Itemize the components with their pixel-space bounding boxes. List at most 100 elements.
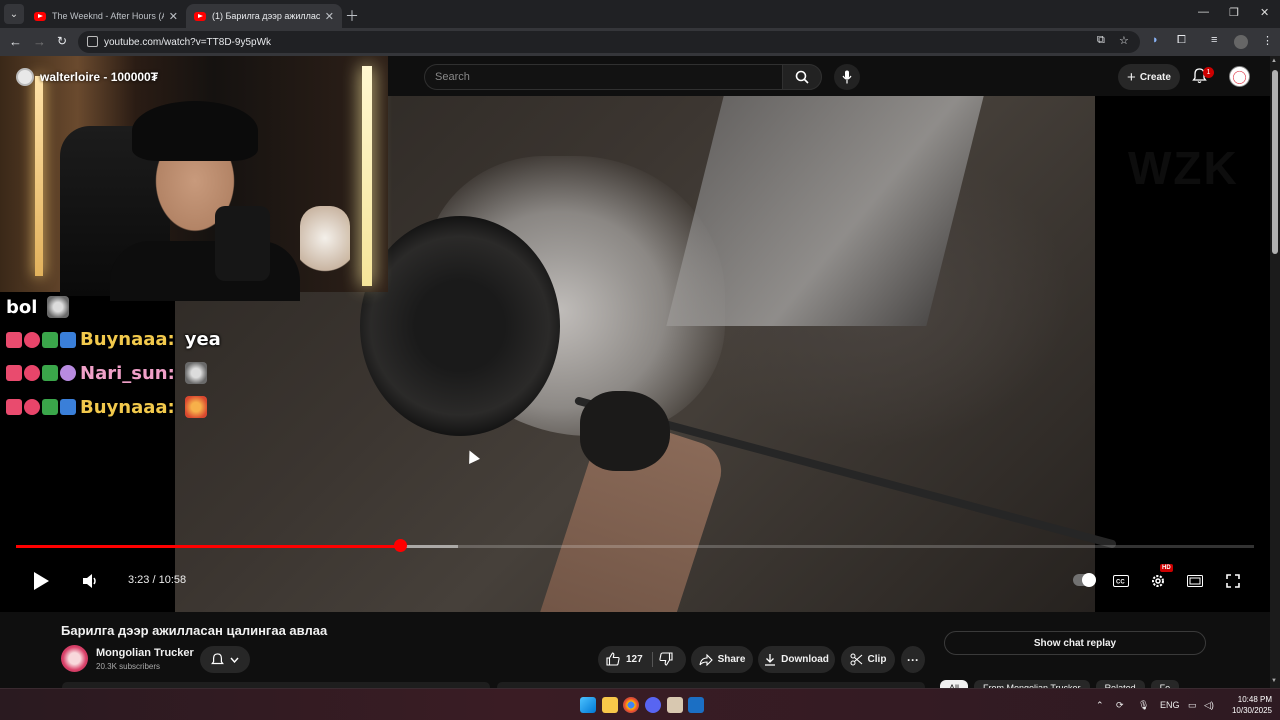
close-tab-icon[interactable]: ✕ — [325, 10, 334, 23]
tab-search-button[interactable]: ⌄ — [4, 4, 24, 24]
media-controls-icon[interactable]: ≡ — [1211, 34, 1217, 46]
scrubber-handle[interactable] — [393, 539, 407, 552]
chrome-icon[interactable] — [623, 697, 639, 713]
share-button[interactable]: Share — [691, 646, 753, 673]
url-field[interactable]: youtube.com/watch?v=TT8D-9y5pWk — [78, 31, 1140, 53]
chat-line: Buynaaa: — [6, 396, 346, 418]
rank-badge-icon — [42, 365, 58, 381]
close-window-icon[interactable]: ✕ — [1260, 6, 1269, 19]
webcam-light-left — [35, 76, 43, 276]
reload-icon[interactable]: ↻ — [57, 34, 67, 48]
like-button[interactable]: 127 — [606, 652, 643, 666]
scroll-up-icon[interactable]: ▲ — [1271, 58, 1277, 64]
bookmark-star-icon[interactable]: ☆ — [1119, 34, 1129, 47]
robot-emote-icon — [184, 362, 207, 384]
fullscreen-button[interactable] — [1223, 570, 1243, 592]
video-wheel — [360, 216, 560, 436]
extension-icon[interactable]: ◗ — [1152, 34, 1159, 46]
browser-menu-icon[interactable]: ⋮ — [1262, 34, 1273, 47]
streamer-tag: walterloire - 100000₮ — [16, 68, 158, 86]
url-text: youtube.com/watch?v=TT8D-9y5pWk — [104, 36, 272, 48]
chat-user: bol — [6, 296, 38, 318]
webcam-figurine — [300, 206, 350, 286]
tab-label: The Weeknd - After Hours (Aud — [52, 11, 164, 21]
extensions-puzzle-icon[interactable]: ⧠ — [1177, 34, 1186, 47]
play-icon — [34, 572, 49, 590]
thumbs-up-icon — [606, 652, 620, 666]
robot-emote-icon — [47, 296, 70, 318]
chip-from-channel[interactable]: From Mongolian Trucker — [974, 680, 1090, 688]
tray-overflow-icon[interactable]: ⌃ — [1096, 700, 1104, 711]
more-actions-button[interactable]: ··· — [901, 646, 925, 673]
account-avatar[interactable] — [1229, 66, 1250, 87]
fullscreen-icon — [1226, 574, 1240, 588]
badge-icon — [6, 331, 22, 348]
close-tab-icon[interactable]: ✕ — [169, 10, 178, 23]
site-info-icon[interactable] — [87, 36, 98, 47]
chat-user: Nari_sun: — [80, 362, 175, 384]
played-bar — [16, 545, 400, 548]
orange-emote-icon — [184, 396, 207, 418]
settings-button[interactable] — [1148, 570, 1168, 592]
progress-bar[interactable] — [16, 545, 1254, 548]
subscription-notification-button[interactable] — [200, 646, 250, 673]
chip-related[interactable]: Related — [1095, 680, 1145, 688]
language-indicator[interactable]: ENG — [1160, 700, 1180, 710]
back-icon[interactable]: ← — [9, 34, 22, 49]
chat-line: bol — [6, 296, 346, 318]
streamer-avatar — [16, 68, 34, 86]
theater-mode-button[interactable] — [1185, 570, 1205, 592]
app-icon[interactable] — [667, 697, 683, 713]
video-player[interactable]: WZK walterloire - 100000₮ bol Buynaaa: y… — [0, 56, 1270, 612]
volume-button[interactable] — [80, 570, 100, 592]
search-input[interactable]: Search — [424, 64, 782, 90]
webcam-light-right — [362, 66, 372, 286]
chat-user: Buynaaa: — [80, 329, 175, 350]
chip-for-you[interactable]: Fo — [1150, 680, 1180, 688]
install-app-icon[interactable]: ⧉ — [1097, 34, 1105, 47]
file-explorer-icon[interactable] — [602, 697, 618, 713]
autoplay-toggle[interactable] — [1073, 573, 1096, 587]
minimize-icon[interactable]: — — [1198, 6, 1209, 18]
captions-button[interactable]: CC — [1111, 570, 1131, 592]
share-label: Share — [717, 654, 746, 665]
tab-the-weeknd[interactable]: The Weeknd - After Hours (Aud ✕ — [26, 4, 186, 28]
discord-icon[interactable] — [645, 697, 661, 713]
subscriber-count: 20.3K subscribers — [96, 662, 161, 671]
taskbar-clock[interactable]: 10:48 PM 10/30/2025 — [1222, 694, 1272, 716]
voice-search-button[interactable] — [834, 64, 860, 90]
page-scrollbar[interactable]: ▲ ▼ — [1270, 56, 1280, 688]
badge-icon — [6, 365, 22, 381]
list-badge-icon — [60, 399, 76, 415]
create-button[interactable]: + Create — [1118, 64, 1180, 90]
chip-all[interactable]: All — [940, 680, 969, 688]
windows-taskbar: ⌃ ⟳ 🎙 ENG ▭ ◁) 10:48 PM 10/30/2025 — [0, 688, 1280, 720]
streamer-webcam: walterloire - 100000₮ — [0, 56, 388, 301]
profile-avatar-icon[interactable] — [1234, 35, 1248, 49]
download-button[interactable]: Download — [758, 646, 835, 673]
network-icon[interactable]: ▭ — [1188, 700, 1197, 711]
search-button[interactable] — [782, 64, 822, 90]
channel-avatar[interactable] — [61, 645, 88, 672]
maximize-icon[interactable]: ❐ — [1229, 6, 1239, 19]
show-chat-replay-button[interactable]: Show chat replay — [944, 631, 1206, 655]
microphone-tray-icon[interactable]: 🎙 — [1138, 700, 1149, 711]
forward-icon[interactable]: → — [33, 34, 46, 49]
download-label: Download — [781, 654, 829, 665]
speaker-icon[interactable]: ◁) — [1204, 700, 1214, 711]
sync-icon[interactable]: ⟳ — [1116, 700, 1124, 711]
scroll-down-icon[interactable]: ▼ — [1271, 678, 1277, 684]
tab-current-video[interactable]: (1) Барилга дээр ажилласан ц ✕ — [186, 4, 342, 28]
channel-name[interactable]: Mongolian Trucker — [96, 647, 194, 659]
new-tab-icon[interactable]: ＋ — [345, 6, 359, 26]
list-badge-icon — [60, 331, 76, 348]
scrollbar-thumb[interactable] — [1272, 70, 1278, 254]
clip-button[interactable]: Clip — [841, 646, 895, 673]
youtube-page: WZK walterloire - 100000₮ bol Buynaaa: y… — [0, 56, 1280, 688]
heart-badge-icon — [24, 365, 40, 381]
windows-start-icon[interactable] — [580, 697, 596, 713]
steam-icon[interactable] — [688, 697, 704, 713]
dislike-button[interactable] — [659, 652, 673, 671]
create-label: Create — [1139, 71, 1171, 83]
play-button[interactable] — [30, 570, 52, 592]
